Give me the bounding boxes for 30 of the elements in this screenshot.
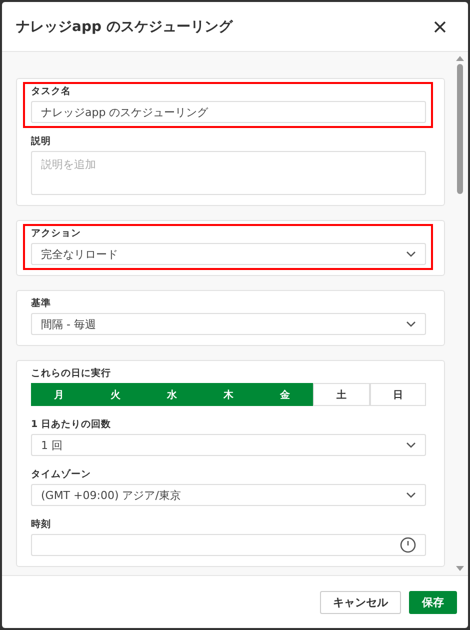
- field-label: 時刻: [31, 519, 52, 531]
- dialog-title: ナレッジapp のスケジューリング: [16, 18, 232, 36]
- time-field[interactable]: [31, 534, 426, 556]
- clock-icon: [400, 537, 416, 553]
- day-toggle[interactable]: 月: [31, 383, 88, 406]
- field-label: アクション: [31, 228, 82, 240]
- field-label: 説明: [31, 136, 52, 148]
- field-label: タイムゾーン: [31, 469, 92, 481]
- close-icon[interactable]: [434, 20, 446, 32]
- dropdown-field[interactable]: 完全なリロード: [31, 243, 426, 265]
- day-toggle[interactable]: 木: [200, 383, 257, 406]
- save-button[interactable]: 保存: [409, 590, 457, 614]
- dropdown-field[interactable]: 間隔 - 毎週: [31, 313, 426, 335]
- day-toggle[interactable]: 金: [256, 383, 314, 406]
- day-toggle[interactable]: 火: [87, 383, 144, 406]
- day-toggle[interactable]: 土: [313, 383, 370, 406]
- dropdown-field[interactable]: 1 回: [31, 434, 426, 456]
- dropdown-field[interactable]: (GMT +09:00) アジア/東京: [31, 484, 426, 506]
- cancel-button[interactable]: キャンセル: [320, 590, 401, 614]
- day-toggle[interactable]: 水: [144, 383, 200, 406]
- chevron-down-icon: [406, 321, 416, 327]
- text-field[interactable]: ナレッジapp のスケジューリング: [31, 101, 426, 123]
- chevron-down-icon: [406, 251, 416, 257]
- field-label: タスク名: [31, 86, 72, 98]
- chevron-down-icon: [406, 492, 416, 498]
- chevron-down-icon: [406, 442, 416, 448]
- field-label: 1 日あたりの回数: [31, 419, 112, 431]
- day-toggle[interactable]: 日: [370, 383, 426, 406]
- field-label: これらの日に実行: [31, 368, 112, 380]
- field-label: 基準: [31, 298, 52, 310]
